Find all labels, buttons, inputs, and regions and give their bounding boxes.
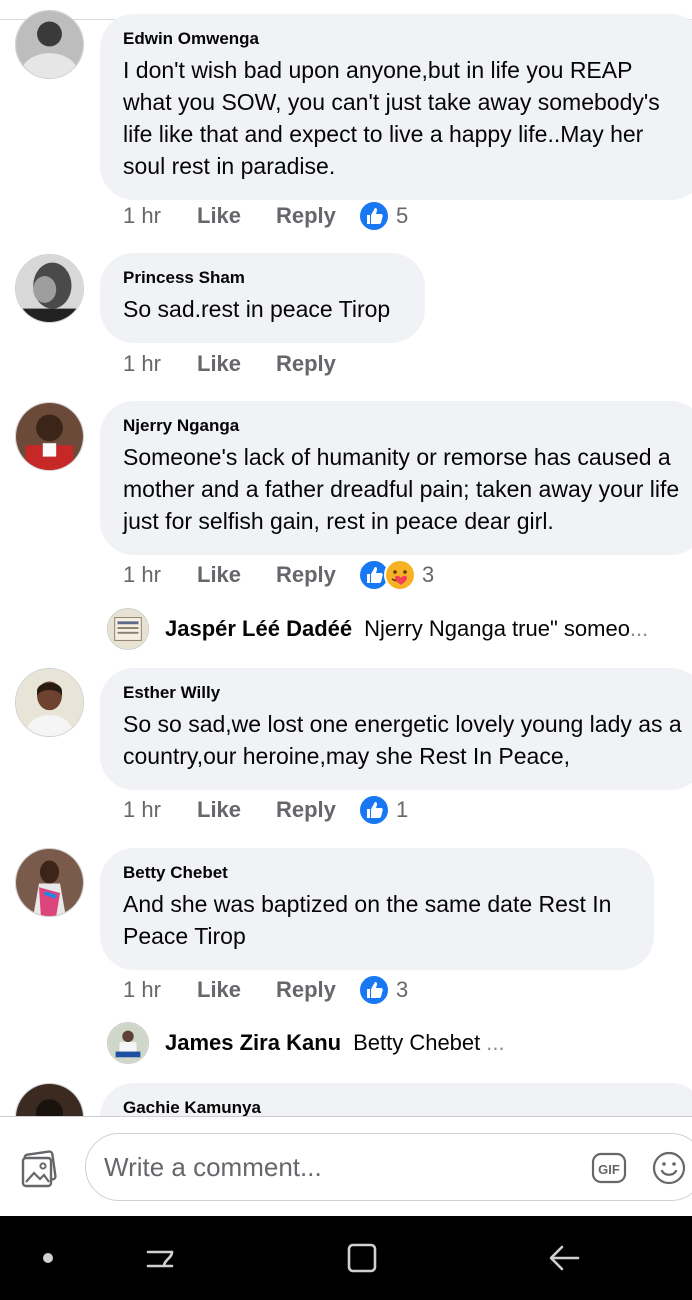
recent-apps-icon[interactable] (140, 1238, 180, 1278)
reaction-summary[interactable]: 1 (358, 794, 408, 826)
comment-actions: 1 hr Like Reply 1 (123, 794, 408, 826)
comment-author[interactable]: Gachie Kamunya (123, 1097, 685, 1116)
reaction-summary[interactable]: 5 (358, 200, 408, 232)
comment-time[interactable]: 1 hr (123, 562, 197, 588)
emoji-icon[interactable] (651, 1150, 687, 1186)
reaction-count: 3 (422, 562, 435, 587)
comment-author[interactable]: Betty Chebet (123, 862, 634, 884)
comment-time[interactable]: 1 hr (123, 977, 197, 1003)
comment-text: I don't wish bad upon anyone,but in life… (123, 57, 660, 179)
photo-icon[interactable] (20, 1149, 60, 1189)
reply-author[interactable]: Jaspér Léé Dadéé (165, 616, 352, 642)
comment-text: And she was baptized on the same date Re… (123, 891, 612, 949)
like-button[interactable]: Like (197, 977, 276, 1003)
reaction-summary[interactable]: 3 (358, 974, 408, 1006)
reaction-count: 3 (396, 977, 409, 1002)
comment-author[interactable]: Princess Sham (123, 267, 405, 289)
avatar-edwin-omwenga[interactable] (15, 10, 84, 79)
dot-icon[interactable] (28, 1238, 68, 1278)
like-reaction-icon (358, 794, 390, 826)
comment-time[interactable]: 1 hr (123, 203, 197, 229)
reply-preview[interactable]: Jaspér Léé Dadéé Njerry Nganga true" som… (107, 608, 648, 650)
avatar-betty-chebet[interactable] (15, 848, 84, 917)
svg-text:GIF: GIF (598, 1162, 620, 1177)
comment-time[interactable]: 1 hr (123, 351, 197, 377)
comment-actions: 1 hr Like Reply 3 (123, 559, 434, 591)
comments-feed: Edwin Omwenga I don't wish bad upon anyo… (0, 0, 692, 1116)
comment-author[interactable]: Njerry Nganga (123, 415, 685, 437)
home-icon[interactable] (342, 1238, 382, 1278)
comment-actions: 1 hr Like Reply 3 (123, 974, 408, 1006)
avatar-njerry-nganga[interactable] (15, 402, 84, 471)
reply-button[interactable]: Reply (276, 203, 358, 229)
system-navigation-bar (0, 1216, 692, 1300)
like-button[interactable]: Like (197, 351, 276, 377)
reply-button[interactable]: Reply (276, 797, 358, 823)
comment-author[interactable]: Esther Willy (123, 682, 685, 704)
reply-button[interactable]: Reply (276, 977, 358, 1003)
avatar-james-zira-kanu[interactable] (107, 1022, 149, 1064)
avatar-esther-willy[interactable] (15, 668, 84, 737)
reply-button[interactable]: Reply (276, 562, 358, 588)
comment-actions: 1 hr Like Reply (123, 349, 358, 379)
like-reaction-icon (358, 974, 390, 1006)
reply-text: Betty Chebet (353, 1030, 481, 1055)
comment-author[interactable]: Edwin Omwenga (123, 28, 685, 50)
reply-text: Njerry Nganga true" someo (364, 616, 630, 641)
comment-actions: 1 hr Like Reply 5 (123, 200, 408, 232)
comment-text: So sad.rest in peace Tirop (123, 296, 391, 322)
comment-bubble[interactable]: Gachie Kamunya (100, 1083, 692, 1116)
reply-author[interactable]: James Zira Kanu (165, 1030, 341, 1056)
avatar-jasper-lee-dadee[interactable] (107, 608, 149, 650)
reaction-summary[interactable]: 3 (358, 559, 434, 591)
reaction-count: 1 (396, 797, 409, 822)
comment-text: Someone's lack of humanity or remorse ha… (123, 444, 680, 534)
avatar-gachie-kamunya[interactable] (15, 1083, 84, 1116)
reply-ellipsis: ... (486, 1030, 505, 1055)
comment-bubble[interactable]: Betty Chebet And she was baptized on the… (100, 848, 654, 970)
comment-bubble[interactable]: Njerry Nganga Someone's lack of humanity… (100, 401, 692, 555)
care-reaction-icon (384, 559, 416, 591)
like-button[interactable]: Like (197, 797, 276, 823)
avatar-princess-sham[interactable] (15, 254, 84, 323)
reply-ellipsis: ... (629, 616, 649, 641)
back-icon[interactable] (544, 1238, 584, 1278)
comment-composer: Write a comment... GIF (0, 1116, 692, 1216)
gif-icon[interactable]: GIF (591, 1150, 627, 1186)
reply-button[interactable]: Reply (276, 351, 358, 377)
like-button[interactable]: Like (197, 562, 276, 588)
comment-placeholder: Write a comment... (104, 1152, 322, 1182)
like-reaction-icon (358, 200, 390, 232)
comment-input[interactable]: Write a comment... GIF (85, 1133, 692, 1201)
comment-bubble[interactable]: Esther Willy So so sad,we lost one energ… (100, 668, 692, 790)
comment-bubble[interactable]: Princess Sham So sad.rest in peace Tirop (100, 253, 425, 343)
reaction-count: 5 (396, 203, 409, 228)
like-button[interactable]: Like (197, 203, 276, 229)
reply-preview[interactable]: James Zira Kanu Betty Chebet ... (107, 1022, 505, 1064)
comment-time[interactable]: 1 hr (123, 797, 197, 823)
comment-text: So so sad,we lost one energetic lovely y… (123, 711, 682, 769)
comment-bubble[interactable]: Edwin Omwenga I don't wish bad upon anyo… (100, 14, 692, 200)
